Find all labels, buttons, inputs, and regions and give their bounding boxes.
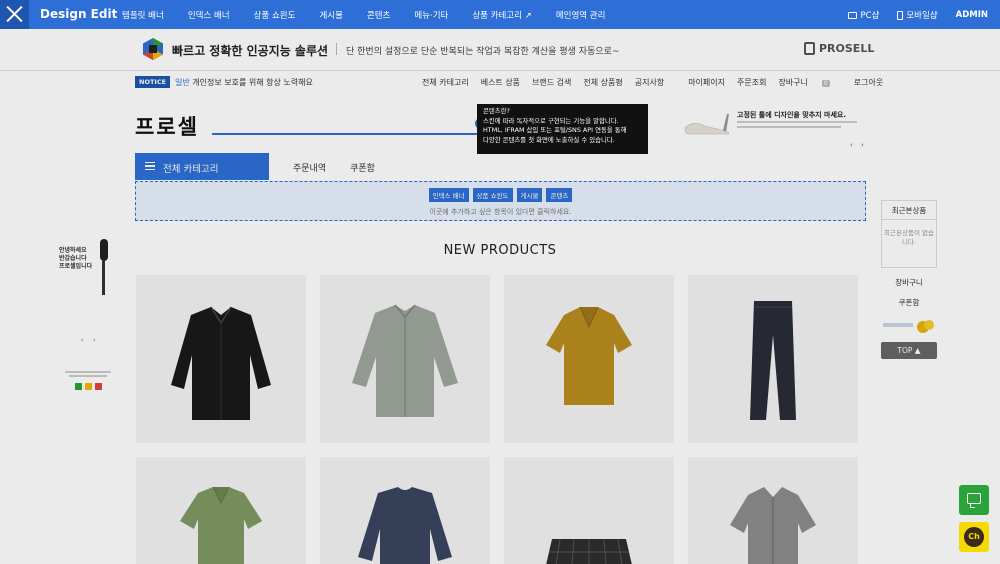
link-all-category[interactable]: 전체 카테고리 bbox=[422, 77, 469, 88]
design-edit-right: PC샵 모바일샵 ADMIN bbox=[830, 9, 988, 21]
menu-product-category[interactable]: 상품 카테고리 ↗ bbox=[472, 9, 531, 21]
coin-banner[interactable] bbox=[883, 318, 935, 334]
promo-arrows[interactable]: ‹ › bbox=[850, 141, 867, 149]
green-tag-icon bbox=[75, 383, 82, 390]
link-reviews[interactable]: 전체 상품평 bbox=[583, 77, 622, 88]
link-notice[interactable]: 공지사항 bbox=[635, 77, 664, 88]
chat-bubble-icon bbox=[967, 493, 981, 508]
left-banner-caption bbox=[65, 371, 111, 373]
menu-etc[interactable]: 메뉴·기타 bbox=[414, 9, 448, 21]
design-edit-brand: Design Edit bbox=[40, 7, 118, 21]
admin-link[interactable]: ADMIN bbox=[956, 10, 988, 20]
pc-shop-link[interactable]: PC샵 bbox=[848, 9, 879, 21]
prosell-mark-icon bbox=[804, 42, 815, 55]
add-section-zone[interactable]: 인덱스 배너 상품 쇼윈도 게시물 콘텐츠 이곳에 추가하고 싶은 항목이 있다… bbox=[135, 181, 866, 221]
top-button[interactable]: TOP ▲ bbox=[881, 342, 937, 359]
mobile-shop-link[interactable]: 모바일샵 bbox=[897, 9, 938, 21]
partner-logo: PROSELL bbox=[804, 42, 874, 55]
quick-cart-link[interactable]: 장바구니 bbox=[881, 277, 937, 288]
product-image bbox=[546, 306, 632, 405]
menu-posts[interactable]: 게시물 bbox=[319, 9, 342, 21]
notice-row: NOTICE 일반 개인정보 보호를 위해 항상 노력해요 전체 카테고리 베스… bbox=[135, 76, 883, 90]
kakao-channel-icon: Ch bbox=[964, 527, 984, 547]
add-posts-button[interactable]: 게시물 bbox=[516, 188, 543, 202]
yellow-tag-icon bbox=[85, 383, 92, 390]
product-card-mustard-polo[interactable] bbox=[504, 275, 674, 443]
header-description: 단 한번의 설정으로 단순 반복되는 작업과 복잡한 계산을 평생 자동으로~ bbox=[346, 47, 620, 57]
cart-count-badge: 0 bbox=[821, 80, 830, 87]
close-icon[interactable] bbox=[0, 0, 29, 29]
promo-headline: 고정된 틀에 디자인을 맞추지 마세요. bbox=[737, 111, 847, 119]
product-card-gray-shirt[interactable] bbox=[688, 457, 858, 564]
header-divider bbox=[336, 43, 337, 55]
search-input[interactable] bbox=[212, 133, 490, 135]
menu-template-banner[interactable]: 템플릿 배너 bbox=[122, 9, 164, 21]
microphone-image bbox=[100, 239, 108, 295]
link-mypage[interactable]: 마이페이지 bbox=[688, 77, 725, 88]
link-order[interactable]: 주문조회 bbox=[737, 77, 766, 88]
link-best[interactable]: 베스트 상품 bbox=[481, 77, 520, 88]
shop-logo-title[interactable]: 프로셀 bbox=[135, 111, 199, 141]
left-banner-arrows[interactable]: ‹ › bbox=[81, 337, 100, 344]
kakao-channel-button[interactable]: Ch bbox=[959, 522, 989, 552]
product-image bbox=[730, 487, 816, 564]
menu-contents[interactable]: 콘텐츠 bbox=[367, 9, 390, 21]
recent-products-empty: 최근본상품이 없습니다. bbox=[881, 220, 937, 268]
hamburger-icon bbox=[145, 162, 155, 170]
menu-main-area[interactable]: 메인영역 관리 bbox=[556, 9, 606, 21]
design-edit-toolbar: Design Edit 템플릿 배너 인덱스 배너 상품 쇼윈도 게시물 콘텐츠… bbox=[0, 0, 1000, 29]
link-logout[interactable]: 로그아웃 bbox=[854, 77, 883, 88]
product-image bbox=[352, 304, 458, 417]
product-card-black-jacket[interactable] bbox=[136, 275, 306, 443]
add-index-banner-button[interactable]: 인덱스 배너 bbox=[428, 188, 469, 202]
promo-subline bbox=[737, 121, 857, 123]
chat-button[interactable] bbox=[959, 485, 989, 515]
product-card-gray-jacket[interactable] bbox=[320, 275, 490, 443]
nav-order-history[interactable]: 주문내역 bbox=[293, 161, 326, 174]
product-image bbox=[546, 538, 632, 564]
product-card-navy-pants[interactable] bbox=[688, 275, 858, 443]
prosell-logo-icon bbox=[143, 38, 163, 60]
nav-coupon[interactable]: 쿠폰함 bbox=[350, 161, 375, 174]
left-banner-text: 안녕하세요 반갑습니다 프로셀입니다 bbox=[59, 247, 93, 270]
top-banner[interactable]: 빠르고 정확한 인공지능 솔루션 단 한번의 설정으로 단순 반복되는 작업과 … bbox=[0, 29, 1000, 71]
design-edit-menu: 템플릿 배너 인덱스 배너 상품 쇼윈도 게시물 콘텐츠 메뉴·기타 상품 카테… bbox=[122, 9, 629, 21]
menu-index-banner[interactable]: 인덱스 배너 bbox=[188, 9, 230, 21]
coin-icon bbox=[883, 320, 934, 333]
monitor-icon bbox=[848, 11, 858, 19]
link-brand[interactable]: 브랜드 검색 bbox=[532, 77, 571, 88]
add-showcase-button[interactable]: 상품 쇼윈도 bbox=[472, 188, 513, 202]
right-quick-menu: 최근본상품 최근본상품이 없습니다. 장바구니 쿠폰함 TOP ▲ bbox=[881, 200, 937, 359]
left-banner-caption-2 bbox=[69, 375, 107, 377]
product-card-green-polo[interactable] bbox=[136, 457, 306, 564]
notice-text[interactable]: 일반 개인정보 보호를 위해 항상 노력해요 bbox=[175, 77, 313, 88]
product-image bbox=[180, 486, 262, 564]
recent-products-title: 최근본상품 bbox=[881, 200, 937, 220]
add-section-buttons: 인덱스 배너 상품 쇼윈도 게시물 콘텐츠 bbox=[136, 188, 865, 202]
section-title: NEW PRODUCTS bbox=[443, 243, 557, 258]
menu-product-showcase[interactable]: 상품 쇼윈도 bbox=[254, 9, 296, 21]
product-image bbox=[171, 306, 271, 420]
all-category-button[interactable]: 전체 카테고리 bbox=[135, 153, 269, 180]
notice-badge: NOTICE bbox=[135, 76, 171, 88]
shoe-image bbox=[684, 114, 730, 135]
red-tag-icon bbox=[95, 383, 102, 390]
top-links: 전체 카테고리 베스트 상품 브랜드 검색 전체 상품평 공지사항 마이페이지 … bbox=[422, 77, 895, 88]
header-slogan: 빠르고 정확한 인공지능 솔루션 bbox=[172, 44, 329, 58]
mobile-icon bbox=[897, 10, 904, 20]
quick-coupon-link[interactable]: 쿠폰함 bbox=[881, 297, 937, 308]
product-image bbox=[358, 487, 452, 564]
promo-subline-2 bbox=[737, 126, 841, 128]
product-image bbox=[750, 301, 796, 420]
left-floating-banner[interactable]: 안녕하세요 반갑습니다 프로셀입니다 ‹ › bbox=[57, 233, 115, 403]
link-cart[interactable]: 장바구니 0 bbox=[778, 77, 841, 88]
add-contents-button[interactable]: 콘텐츠 bbox=[546, 188, 573, 202]
sub-navigation: 주문내역 쿠폰함 bbox=[293, 161, 399, 174]
product-card-plaid-shorts[interactable] bbox=[504, 457, 674, 564]
contents-tooltip: 콘텐츠란? 스킨에 따라 독자적으로 구현되는 기능을 말합니다. HTML, … bbox=[477, 104, 648, 154]
add-section-hint: 이곳에 추가하고 싶은 항목이 있다면 클릭하세요. bbox=[429, 208, 572, 216]
promo-banner[interactable]: 고정된 틀에 디자인을 맞추지 마세요. bbox=[683, 105, 865, 139]
product-card-navy-sweater[interactable] bbox=[320, 457, 490, 564]
left-banner-tags bbox=[75, 383, 102, 390]
